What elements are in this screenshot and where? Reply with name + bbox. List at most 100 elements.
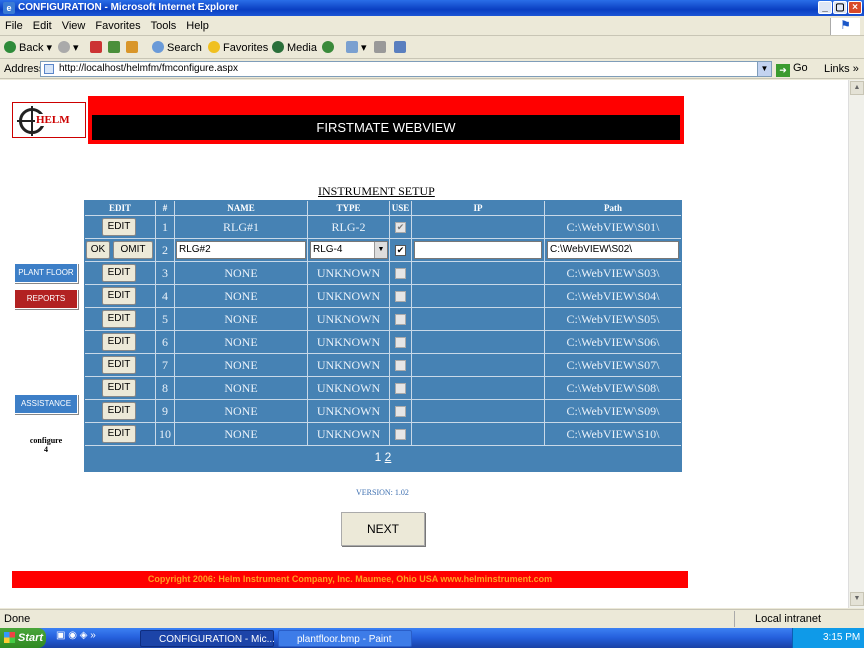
edit-button[interactable]: EDIT [102, 379, 136, 397]
row-number: 5 [162, 312, 168, 326]
media-icon [272, 41, 284, 53]
home-icon [126, 41, 138, 53]
reports-button[interactable]: REPORTS [14, 289, 78, 309]
go-button[interactable]: ➜ Go [776, 62, 808, 77]
menu-view[interactable]: View [57, 17, 91, 32]
name-input[interactable]: RLG#2 [176, 241, 306, 259]
assistance-button[interactable]: ASSISTANCE [14, 394, 78, 414]
address-bar: Address http://localhost/helmfm/fmconfig… [0, 60, 864, 79]
history-button[interactable] [322, 41, 337, 55]
path-cell: C:\WebVIEW\S03\ [566, 266, 660, 280]
scroll-up-icon[interactable]: ▲ [850, 81, 864, 95]
edit-button[interactable]: EDIT [102, 356, 136, 374]
row-number: 2 [162, 243, 168, 257]
page-2-link[interactable]: 2 [385, 450, 392, 464]
name-cell: NONE [224, 381, 258, 395]
minimize-icon[interactable]: _ [818, 1, 832, 14]
edit-button[interactable]: EDIT [102, 287, 136, 305]
use-checkbox: ✔ [395, 222, 406, 233]
menu-edit[interactable]: Edit [28, 17, 57, 32]
row-number: 4 [162, 289, 168, 303]
use-checkbox[interactable]: ✔ [395, 245, 406, 256]
mail-button[interactable]: ▾ [346, 41, 367, 55]
header-edit: EDIT [108, 203, 131, 213]
forward-button[interactable]: ▾ [58, 41, 79, 55]
status-text: Done [4, 613, 31, 625]
menu-file[interactable]: File [0, 17, 28, 32]
type-cell: UNKNOWN [316, 335, 381, 349]
edit-button[interactable]: EDIT [102, 218, 136, 236]
name-cell: NONE [224, 427, 258, 441]
close-icon[interactable]: × [848, 1, 862, 14]
edit-button[interactable]: EDIT [102, 425, 136, 443]
next-button[interactable]: NEXT [341, 512, 425, 546]
chevron-down-icon[interactable]: ▼ [757, 62, 771, 76]
search-button[interactable]: Search [152, 41, 202, 55]
forward-arrow-icon [58, 41, 70, 53]
ip-cell [412, 423, 544, 445]
type-cell: UNKNOWN [316, 404, 381, 418]
header-ip: IP [473, 203, 483, 213]
task-configuration[interactable]: CONFIGURATION - Mic... [140, 630, 275, 647]
type-cell: UNKNOWN [316, 289, 381, 303]
home-button[interactable] [126, 41, 141, 55]
type-cell: RLG-2 [331, 220, 366, 234]
back-button[interactable]: Back ▾ [4, 41, 52, 55]
configure-number: 4 [44, 445, 48, 454]
menu-help[interactable]: Help [181, 17, 214, 32]
name-cell: NONE [224, 312, 258, 326]
page-viewport: HELM FIRSTMATE WEBVIEW PLANT FLOOR REPOR… [0, 80, 848, 608]
chevron-down-icon[interactable]: ▼ [374, 242, 387, 258]
vertical-scrollbar[interactable]: ▲ ▼ [848, 80, 864, 608]
type-select[interactable]: RLG-4 ▼ [310, 241, 388, 259]
pager: 1 2 [84, 450, 682, 464]
scroll-down-icon[interactable]: ▼ [850, 592, 864, 606]
type-cell: UNKNOWN [316, 312, 381, 326]
plant-floor-button[interactable]: PLANT FLOOR [14, 263, 78, 283]
edit-button[interactable]: EDIT [102, 402, 136, 420]
edit-button[interactable]: EDIT [102, 264, 136, 282]
path-cell: C:\WebVIEW\S04\ [566, 289, 660, 303]
ip-cell [412, 308, 544, 330]
quick-launch-icons[interactable]: ▣ ◉ ◈ » [56, 630, 96, 641]
type-select-value: RLG-4 [313, 244, 343, 255]
instrument-grid: EDIT # NAME TYPE USE IP Path EDIT 1 RLG#1 R… [84, 200, 682, 472]
row-divider [85, 445, 681, 446]
path-cell: C:\WebVIEW\S05\ [566, 312, 660, 326]
path-input[interactable]: C:\WebVIEW\S02\ [547, 241, 679, 259]
print-button[interactable] [374, 41, 389, 55]
media-button[interactable]: Media [272, 41, 317, 55]
row-number: 7 [162, 358, 168, 372]
ok-button[interactable]: OK [86, 241, 110, 259]
edit-button[interactable]: EDIT [102, 333, 136, 351]
edit-page-button[interactable] [394, 41, 409, 55]
use-checkbox [395, 360, 406, 371]
version-text: VERSION: 1.02 [356, 488, 409, 497]
header-name: NAME [227, 203, 255, 213]
page-icon [44, 64, 54, 74]
refresh-button[interactable] [108, 41, 123, 55]
row-number: 1 [162, 220, 168, 234]
menu-tools[interactable]: Tools [146, 17, 182, 32]
name-cell: NONE [224, 266, 258, 280]
stop-button[interactable] [90, 41, 105, 55]
ip-cell [412, 262, 544, 284]
favorites-button[interactable]: Favorites [208, 41, 268, 55]
menu-favorites[interactable]: Favorites [90, 17, 145, 32]
links-button[interactable]: Links » [824, 63, 859, 75]
ie-icon: e [3, 2, 15, 14]
banner-title: FIRSTMATE WEBVIEW [92, 115, 680, 140]
address-input[interactable]: http://localhost/helmfm/fmconfigure.aspx… [40, 61, 772, 77]
edit-button[interactable]: EDIT [102, 310, 136, 328]
maximize-icon[interactable]: ▢ [833, 1, 847, 14]
omit-button[interactable]: OMIT [113, 241, 153, 259]
task-paint[interactable]: plantfloor.bmp - Paint [278, 630, 412, 647]
use-checkbox [395, 268, 406, 279]
ip-cell [412, 400, 544, 422]
start-button[interactable]: Start [0, 628, 46, 648]
header-path: Path [604, 203, 622, 213]
title-bar: e CONFIGURATION - Microsoft Internet Exp… [0, 0, 864, 16]
ip-cell [412, 216, 544, 238]
ip-cell [412, 331, 544, 353]
ip-input[interactable] [414, 241, 542, 259]
